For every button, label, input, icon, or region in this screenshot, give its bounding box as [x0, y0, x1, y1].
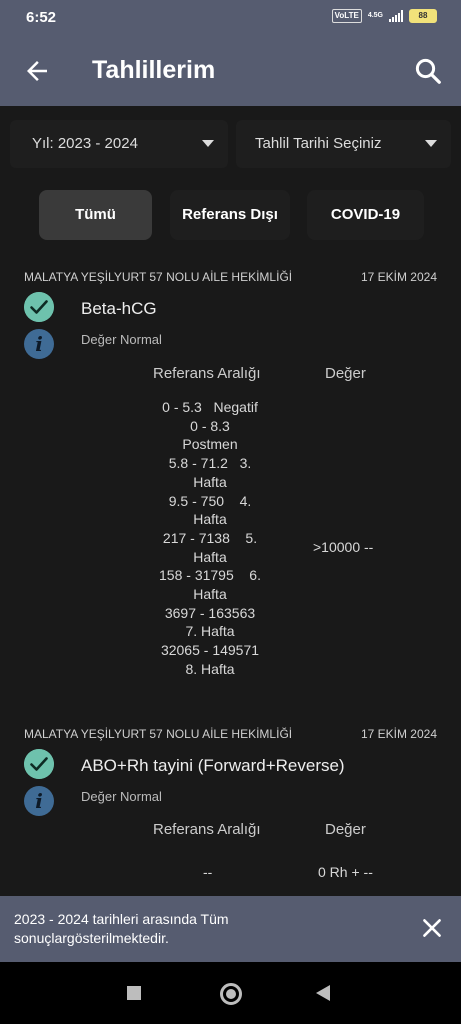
ref-line: Hafta	[193, 473, 227, 490]
reference-range-header: Referans Aralığı	[153, 365, 261, 382]
ref-line: 158 - 31795 6.	[159, 567, 261, 584]
year-dropdown-label: Yıl: 2023 - 2024	[32, 135, 138, 152]
clinic-name: MALATYA YEŞİLYURT 57 NOLU AİLE HEKİMLİĞİ	[24, 270, 293, 284]
ref-line: 8. Hafta	[185, 660, 235, 677]
volte-icon: VoLTE	[331, 9, 362, 23]
app-bar: Tahlillerim	[0, 36, 461, 106]
status-icons: VoLTE 4.5G 88	[331, 9, 437, 23]
recents-icon[interactable]	[127, 986, 141, 1000]
ref-line: 0 - 5.3 Negatif	[162, 399, 258, 415]
ref-line: 3697 - 163563	[164, 604, 256, 621]
chevron-down-icon	[202, 140, 214, 147]
reference-range-header: Referans Aralığı	[153, 821, 261, 838]
tab-all[interactable]: Tümü	[39, 190, 152, 240]
close-icon[interactable]	[419, 915, 445, 941]
ref-line: 5.8 - 71.2 3.	[168, 455, 252, 472]
ref-line: 32065 - 149571	[160, 642, 260, 659]
value-header: Değer	[325, 365, 366, 382]
result-date: 17 EKİM 2024	[360, 270, 437, 284]
snackbar-message: 2023 - 2024 tarihleri arasında Tüm sonuç…	[14, 911, 229, 946]
test-name: ABO+Rh tayini (Forward+Reverse)	[81, 756, 345, 775]
reference-range-text: --	[203, 864, 213, 880]
clinic-name: MALATYA YEŞİLYURT 57 NOLU AİLE HEKİMLİĞİ	[24, 727, 293, 741]
check-circle-icon	[24, 749, 54, 779]
result-card[interactable]: MALATYA YEŞİLYURT 57 NOLU AİLE HEKİMLİĞİ…	[0, 719, 461, 894]
tab-out-of-reference[interactable]: Referans Dışı	[170, 190, 290, 240]
ref-line: 7. Hafta	[185, 623, 235, 640]
result-date: 17 EKİM 2024	[360, 727, 437, 741]
test-name: Beta-hCG	[81, 299, 157, 318]
result-card[interactable]: MALATYA YEŞİLYURT 57 NOLU AİLE HEKİMLİĞİ…	[0, 262, 461, 692]
ref-line: 217 - 7138 5.	[162, 529, 258, 546]
ref-line: Postmen	[182, 436, 238, 453]
result-status: Değer Normal	[81, 332, 162, 347]
arrow-left-icon[interactable]	[22, 56, 52, 86]
back-triangle-icon[interactable]	[316, 985, 330, 1001]
page-title: Tahlillerim	[92, 56, 216, 84]
result-value: >10000 --	[313, 539, 374, 555]
system-nav-bar	[0, 962, 461, 1024]
reference-range-text: 0 - 5.3 Negatif 0 - 8.3 Postmen 5.8 - 71…	[140, 398, 280, 679]
chevron-down-icon	[425, 140, 437, 147]
date-dropdown[interactable]: Tahlil Tarihi Seçiniz	[236, 120, 451, 168]
signal-icon	[389, 10, 403, 22]
network-type: 4.5G	[367, 12, 383, 19]
info-circle-icon[interactable]: i	[24, 329, 54, 359]
year-dropdown[interactable]: Yıl: 2023 - 2024	[10, 120, 228, 168]
date-dropdown-label: Tahlil Tarihi Seçiniz	[255, 135, 382, 152]
result-value: 0 Rh + --	[318, 864, 373, 880]
battery-icon: 88	[409, 9, 437, 23]
snackbar: 2023 - 2024 tarihleri arasında Tüm sonuç…	[0, 896, 461, 962]
info-circle-icon[interactable]: i	[24, 786, 54, 816]
status-time: 6:52	[26, 9, 57, 26]
result-status: Değer Normal	[81, 789, 162, 804]
home-icon[interactable]	[220, 983, 242, 1005]
ref-line: Hafta	[193, 586, 227, 603]
value-header: Değer	[325, 821, 366, 838]
check-circle-icon	[24, 292, 54, 322]
tab-covid19[interactable]: COVID-19	[307, 190, 424, 240]
ref-line: 9.5 - 750 4.	[168, 492, 252, 509]
status-bar: 6:52 VoLTE 4.5G 88	[0, 0, 461, 36]
search-icon[interactable]	[413, 56, 443, 86]
ref-line: 0 - 8.3	[190, 417, 230, 434]
ref-line: Hafta	[193, 548, 227, 565]
ref-line: Hafta	[193, 511, 227, 528]
